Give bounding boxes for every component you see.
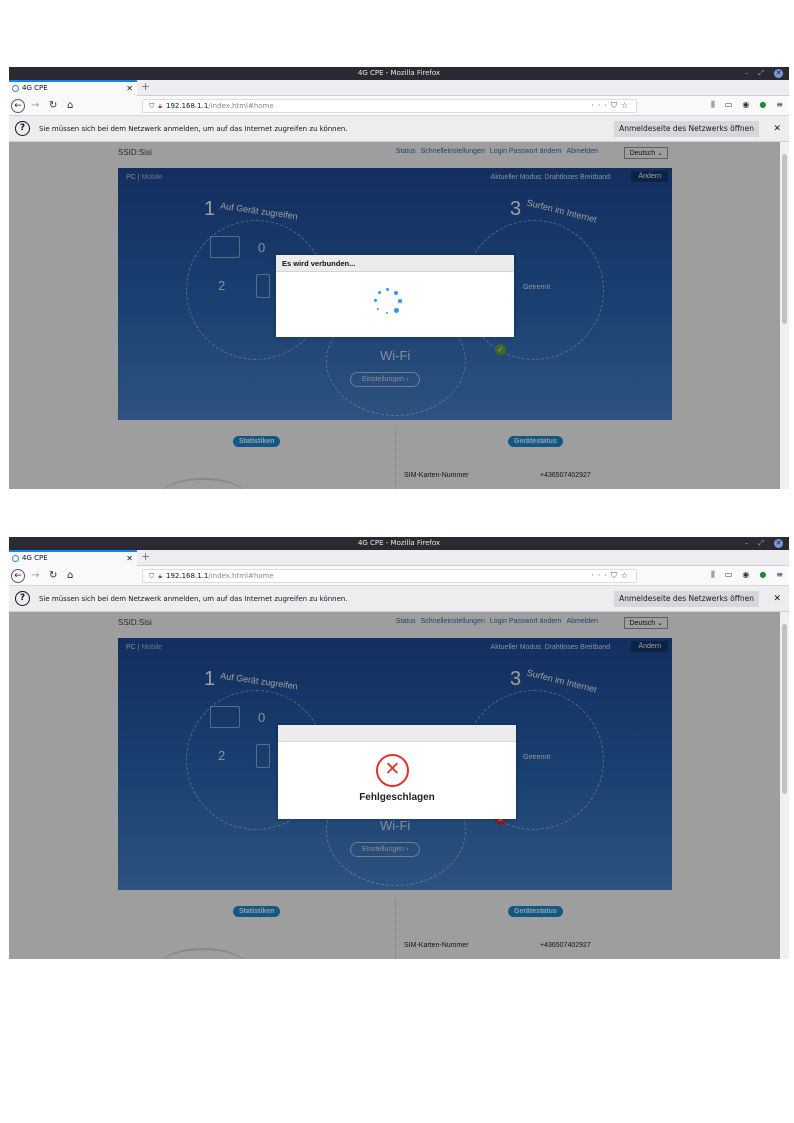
shield-icon[interactable]: ⛉ xyxy=(149,572,154,580)
back-button[interactable]: ← xyxy=(11,99,25,113)
pocket-icon[interactable]: ⛉ xyxy=(611,571,621,580)
maximize-icon[interactable]: ⤢ xyxy=(758,67,764,80)
tab-4g-cpe[interactable]: 4G CPE ✕ xyxy=(9,80,137,96)
tab-bar: 4G CPE ✕ + xyxy=(9,80,789,96)
reload-button[interactable]: ↻ xyxy=(49,99,57,113)
sidebar-icon[interactable]: ▭ xyxy=(725,570,733,580)
window-title: 4G CPE - Mozilla Firefox xyxy=(357,69,441,77)
captive-portal-bar: ? Sie müssen sich bei dem Netzwerk anmel… xyxy=(9,586,789,612)
vertical-scrollbar[interactable] xyxy=(780,612,789,959)
home-icon[interactable]: ⌂ xyxy=(67,569,73,583)
question-icon: ? xyxy=(15,591,30,606)
account-icon[interactable]: ◉ xyxy=(742,100,749,110)
reload-button[interactable]: ↻ xyxy=(49,569,57,583)
window-titlebar: 4G CPE - Mozilla Firefox – ⤢ ✕ xyxy=(9,67,789,80)
minimize-icon[interactable]: – xyxy=(745,67,749,80)
close-notification-icon[interactable]: ✕ xyxy=(773,116,781,142)
close-tab-icon[interactable]: ✕ xyxy=(126,552,133,565)
nav-toolbar: ← → ↻ ⌂ ⛉ 🔒︎ 192.168.1.1/index.html#home ·… xyxy=(9,566,789,586)
close-window-icon[interactable]: ✕ xyxy=(774,539,783,548)
url-host: 192.168.1.1 xyxy=(165,102,209,110)
connecting-dialog: Es wird verbunden... xyxy=(276,255,514,337)
nav-toolbar: ← → ↻ ⌂ ⛉ 🔒︎ 192.168.1.1/index.html#home ·… xyxy=(9,96,789,116)
favicon-icon xyxy=(12,85,19,92)
open-login-page-button[interactable]: Anmeldeseite des Netzwerks öffnen xyxy=(614,121,759,137)
failed-dialog-header xyxy=(278,725,516,742)
account-icon[interactable]: ◉ xyxy=(742,570,749,580)
library-icon[interactable]: ⫼ xyxy=(711,100,715,110)
maximize-icon[interactable]: ⤢ xyxy=(758,537,764,550)
home-icon[interactable]: ⌂ xyxy=(67,99,73,113)
new-tab-button[interactable]: + xyxy=(141,550,150,564)
tab-4g-cpe[interactable]: 4G CPE ✕ xyxy=(9,550,137,566)
extension-icon[interactable]: ● xyxy=(759,100,766,110)
captive-portal-bar: ? Sie müssen sich bei dem Netzwerk anmel… xyxy=(9,116,789,142)
bookmark-star-icon[interactable]: ☆ xyxy=(621,101,632,110)
url-path: /index.html#home xyxy=(208,102,274,110)
menu-icon[interactable]: ≡ xyxy=(776,570,783,580)
url-path: /index.html#home xyxy=(208,572,274,580)
vertical-scrollbar[interactable] xyxy=(780,142,789,489)
favicon-icon xyxy=(12,555,19,562)
tab-title: 4G CPE xyxy=(22,84,48,92)
screenshot-connecting: 4G CPE - Mozilla Firefox – ⤢ ✕ 4G CPE ✕ + … xyxy=(9,67,789,489)
forward-button[interactable]: → xyxy=(31,99,39,113)
page-actions-icon[interactable]: ··· xyxy=(591,571,611,580)
open-login-page-button[interactable]: Anmeldeseite des Netzwerks öffnen xyxy=(614,591,759,607)
shield-icon[interactable]: ⛉ xyxy=(149,102,154,110)
close-window-icon[interactable]: ✕ xyxy=(774,69,783,78)
minimize-icon[interactable]: – xyxy=(745,537,749,550)
scrollbar-thumb[interactable] xyxy=(782,624,787,794)
error-circle-icon: ✕ xyxy=(376,754,409,787)
forward-button[interactable]: → xyxy=(31,569,39,583)
connecting-dialog-title: Es wird verbunden... xyxy=(276,255,514,272)
captive-portal-message: Sie müssen sich bei dem Netzwerk anmelde… xyxy=(39,595,348,603)
insecure-lock-icon[interactable]: 🔒︎ xyxy=(158,572,162,580)
failed-dialog: ✕ Fehlgeschlagen xyxy=(278,725,516,819)
captive-portal-message: Sie müssen sich bei dem Netzwerk anmelde… xyxy=(39,125,348,133)
library-icon[interactable]: ⫼ xyxy=(711,570,715,580)
close-tab-icon[interactable]: ✕ xyxy=(126,82,133,95)
back-button[interactable]: ← xyxy=(11,569,25,583)
tab-bar: 4G CPE ✕ + xyxy=(9,550,789,566)
url-host: 192.168.1.1 xyxy=(165,572,209,580)
page-actions-icon[interactable]: ··· xyxy=(591,101,611,110)
tab-title: 4G CPE xyxy=(22,554,48,562)
url-bar[interactable]: ⛉ 🔒︎ 192.168.1.1/index.html#home ···⛉☆ xyxy=(142,99,637,113)
url-bar[interactable]: ⛉ 🔒︎ 192.168.1.1/index.html#home ···⛉☆ xyxy=(142,569,637,583)
window-titlebar: 4G CPE - Mozilla Firefox – ⤢ ✕ xyxy=(9,537,789,550)
loading-spinner-icon xyxy=(374,288,402,316)
insecure-lock-icon[interactable]: 🔒︎ xyxy=(158,102,162,110)
new-tab-button[interactable]: + xyxy=(141,80,150,94)
failed-message: Fehlgeschlagen xyxy=(359,792,435,803)
extension-icon[interactable]: ● xyxy=(759,570,766,580)
question-icon: ? xyxy=(15,121,30,136)
pocket-icon[interactable]: ⛉ xyxy=(611,101,621,110)
sidebar-icon[interactable]: ▭ xyxy=(725,100,733,110)
screenshot-failed: 4G CPE - Mozilla Firefox – ⤢ ✕ 4G CPE ✕ + … xyxy=(9,537,789,959)
window-title: 4G CPE - Mozilla Firefox xyxy=(357,539,441,547)
scrollbar-thumb[interactable] xyxy=(782,154,787,324)
close-notification-icon[interactable]: ✕ xyxy=(773,586,781,612)
menu-icon[interactable]: ≡ xyxy=(776,100,783,110)
bookmark-star-icon[interactable]: ☆ xyxy=(621,571,632,580)
